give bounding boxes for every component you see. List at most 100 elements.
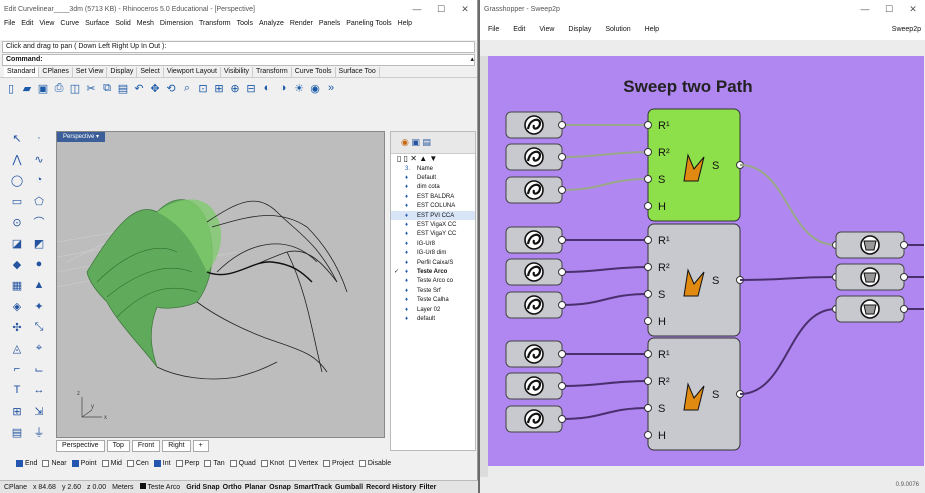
output-grip[interactable] [558,121,566,129]
wire[interactable] [561,151,649,158]
input-grip[interactable] [644,317,652,325]
lightbulb-icon[interactable]: ♦ [405,213,411,219]
gh-menu-help[interactable]: Help [645,26,659,33]
wire[interactable] [739,276,837,281]
wire[interactable] [561,380,649,387]
layer-row[interactable]: ♦ Perfil Caixa/S [391,258,475,267]
checkbox-icon[interactable] [153,460,161,467]
wire[interactable] [561,178,649,191]
input-grip[interactable] [644,350,652,358]
output-grip[interactable] [900,241,908,249]
input-grip[interactable] [644,236,652,244]
menu-surface[interactable]: Surface [85,19,109,29]
output-grip[interactable] [900,305,908,313]
osnap-knot[interactable]: Knot [260,460,284,467]
dimension-icon[interactable]: ↔ [28,382,50,398]
command-scroll-icon[interactable]: ▴ [470,55,474,65]
output-grip[interactable] [558,186,566,194]
checkbox-icon[interactable] [71,460,79,467]
snap-icon[interactable]: ⌖ [28,340,50,356]
sphere-icon[interactable]: ● [28,256,50,272]
lightbulb-icon[interactable]: ♦ [405,278,411,284]
osnap-vertex[interactable]: Vertex [289,460,318,467]
lightbulb-icon[interactable]: ☀ [292,81,306,95]
paste-icon[interactable]: ▤ [116,81,130,95]
checkbox-icon[interactable] [101,460,109,467]
circle-icon[interactable]: ◯ [6,172,28,188]
gh-minimize-icon[interactable]: — [853,4,877,14]
toolbar-tab-transform[interactable]: Transform [253,67,292,77]
menu-paneling-tools[interactable]: Paneling Tools [346,19,391,29]
command-input[interactable]: Command: ▴ [2,54,475,66]
checkbox-icon[interactable] [323,460,331,467]
input-grip[interactable] [644,148,652,156]
analyze-icon[interactable]: ◬ [6,340,28,356]
status-toggle-grid-snap[interactable]: Grid Snap [186,484,219,491]
gh-menu-display[interactable]: Display [568,26,591,33]
menu-curve[interactable]: Curve [60,19,79,29]
toolbar-tab-display[interactable]: Display [107,67,138,77]
checkbox-icon[interactable] [204,460,212,467]
zoom-window-icon[interactable]: ⊡ [196,81,210,95]
loft-icon[interactable]: ◩ [28,235,50,251]
print-icon[interactable]: ⎙ [52,81,66,95]
save-icon[interactable]: ▣ [36,81,50,95]
zoom-icon[interactable]: ⌕ [180,81,194,95]
osnap-disable[interactable]: Disable [358,460,391,467]
scale-icon[interactable]: ⤡ [28,319,50,335]
menu-solid[interactable]: Solid [115,19,131,29]
move-down-icon[interactable]: ▼ [429,154,437,163]
osnap-end[interactable]: End [16,460,37,467]
display-tab-icon[interactable]: ▤ [422,137,431,147]
menu-analyze[interactable]: Analyze [259,19,284,29]
polygon-icon[interactable]: ⬠ [28,193,50,209]
gh-canvas[interactable]: Sweep two Path R¹ R² S H S R¹ R² S H S R¹ R² S H S [488,56,924,466]
text-icon[interactable]: T [6,382,28,398]
select-icon[interactable]: ↖ [6,130,28,146]
osnap-perp[interactable]: Perp [175,460,199,467]
checkbox-icon[interactable] [289,460,297,467]
input-grip[interactable] [644,431,652,439]
layer-row[interactable]: ♦ dim cota [391,183,475,192]
solid-box-icon[interactable]: ◆ [6,256,28,272]
material-icon[interactable]: ◉ [308,81,322,95]
lightbulb-icon[interactable]: ♦ [405,307,411,313]
viewport-layout-icon[interactable]: ⊟ [244,81,258,95]
lightbulb-icon[interactable]: ♦ [405,269,411,275]
menu-panels[interactable]: Panels [319,19,340,29]
toolbar-tab-visibility[interactable]: Visibility [221,67,254,77]
viewport-tab-front[interactable]: Front [131,440,161,452]
input-grip[interactable] [644,377,652,385]
toolbar-tab-cplanes[interactable]: CPlanes [39,67,73,77]
status-toggle-filter[interactable]: Filter [419,484,436,491]
checkbox-icon[interactable] [126,460,134,467]
trim-icon[interactable]: ⌐ [6,361,28,377]
layer-row[interactable]: ♦ Teste Arco co [391,277,475,286]
osnap-mid[interactable]: Mid [101,460,122,467]
wire[interactable] [561,407,649,420]
fillet-icon[interactable]: ⌒ [28,214,50,230]
status-toggle-planar[interactable]: Planar [245,484,266,491]
move-icon[interactable]: ✣ [6,319,28,335]
lightbulb-icon[interactable]: ♦ [405,316,411,322]
lightbulb-icon[interactable]: ♦ [405,184,411,190]
output-grip[interactable] [900,273,908,281]
layer-row[interactable]: ♦ Default [391,173,475,182]
curve-icon[interactable]: ∿ [28,151,50,167]
layer-row[interactable]: ♦ EST VigaY CC [391,230,475,239]
output-grip[interactable] [558,153,566,161]
gh-close-icon[interactable]: ✕ [901,4,925,15]
more-icon[interactable]: » [324,81,338,95]
arc-icon[interactable]: ◔ [28,172,50,188]
point-icon[interactable]: · [28,130,50,146]
menu-tools[interactable]: Tools [237,19,253,29]
perspective-viewport[interactable]: Perspective ▾ x z y [56,131,385,438]
zoom-extents-icon[interactable]: ⊞ [212,81,226,95]
menu-edit[interactable]: Edit [21,19,33,29]
split-icon[interactable]: ⌙ [28,361,50,377]
layer-row[interactable]: ♦ EST BALDRA [391,192,475,201]
output-grip[interactable] [558,236,566,244]
checkbox-icon[interactable] [358,460,366,467]
wire[interactable] [739,164,837,246]
pan-icon[interactable]: ✥ [148,81,162,95]
